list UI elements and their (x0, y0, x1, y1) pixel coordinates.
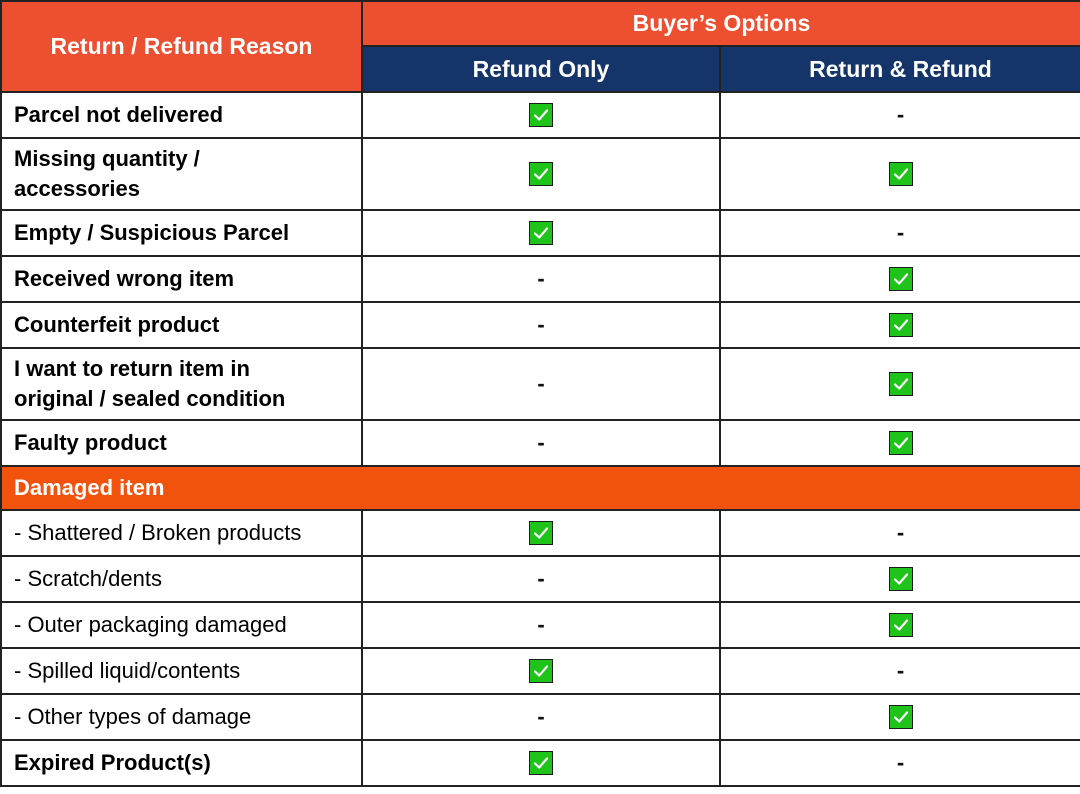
table-row: Received wrong item - (0, 255, 1080, 303)
refund-only-cell (361, 137, 721, 211)
not-available-dash: - (537, 430, 545, 455)
refund-only-cell: - (361, 555, 721, 603)
table-row: Faulty product - (0, 419, 1080, 467)
checkbox-checked-icon (888, 372, 913, 396)
checkbox-checked-icon (529, 659, 553, 683)
return-refund-cell: - (719, 739, 1080, 787)
table-row: - Scratch/dents - (0, 555, 1080, 603)
reason-cell: Empty / Suspicious Parcel (0, 209, 363, 257)
table-row: I want to return item in original / seal… (0, 347, 1080, 421)
not-available-dash: - (537, 566, 545, 591)
refund-only-cell (361, 509, 721, 557)
refund-only-cell (361, 91, 721, 139)
not-available-dash: - (896, 520, 905, 545)
refund-only-cell: - (361, 419, 721, 467)
table-row: - Other types of damage - (0, 693, 1080, 741)
reason-cell: - Scratch/dents (0, 555, 363, 603)
table-body: Parcel not delivered - Missing quantity / … (0, 91, 1080, 787)
refund-only-cell (361, 647, 721, 695)
table-row: Parcel not delivered - (0, 91, 1080, 139)
reason-cell: Parcel not delivered (0, 91, 363, 139)
section-row: Damaged item (0, 465, 1080, 511)
refund-only-cell: - (361, 693, 721, 741)
not-available-dash: - (896, 750, 905, 775)
checkbox-checked-icon (888, 267, 913, 291)
table-row: - Outer packaging damaged - (0, 601, 1080, 649)
checkbox-checked-icon (529, 751, 553, 775)
refund-only-cell (361, 739, 721, 787)
reason-cell: Expired Product(s) (0, 739, 363, 787)
return-refund-cell (719, 601, 1080, 649)
section-header-damaged-item: Damaged item (0, 465, 1080, 511)
reason-cell: - Spilled liquid/contents (0, 647, 363, 695)
not-available-dash: - (537, 704, 545, 729)
return-refund-cell: - (719, 209, 1080, 257)
reason-cell: Faulty product (0, 419, 363, 467)
return-refund-cell (719, 693, 1080, 741)
not-available-dash: - (537, 371, 545, 396)
table-row: Missing quantity / accessories (0, 137, 1080, 211)
checkbox-checked-icon (888, 613, 913, 637)
reason-cell: Missing quantity / accessories (0, 137, 363, 211)
refund-only-cell: - (361, 301, 721, 349)
checkbox-checked-icon (888, 162, 913, 186)
return-refund-cell (719, 555, 1080, 603)
reason-cell: - Outer packaging damaged (0, 601, 363, 649)
refund-only-cell: - (361, 347, 721, 421)
not-available-dash: - (537, 266, 545, 291)
reason-cell: - Other types of damage (0, 693, 363, 741)
return-refund-cell (719, 347, 1080, 421)
return-refund-options-table: Return / Refund Reason Buyer’s Options R… (0, 0, 1080, 787)
checkbox-checked-icon (888, 431, 913, 455)
return-refund-cell (719, 137, 1080, 211)
table-row: Expired Product(s) - (0, 739, 1080, 787)
checkbox-checked-icon (888, 567, 913, 591)
return-refund-cell: - (719, 509, 1080, 557)
refund-only-cell: - (361, 601, 721, 649)
checkbox-checked-icon (529, 162, 553, 186)
table-row: - Spilled liquid/contents - (0, 647, 1080, 695)
checkbox-checked-icon (529, 521, 553, 545)
not-available-dash: - (896, 102, 905, 127)
return-refund-cell: - (719, 91, 1080, 139)
reason-cell: - Shattered / Broken products (0, 509, 363, 557)
table-row: Empty / Suspicious Parcel - (0, 209, 1080, 257)
return-refund-cell (719, 301, 1080, 349)
checkbox-checked-icon (888, 705, 913, 729)
return-refund-cell (719, 255, 1080, 303)
not-available-dash: - (896, 658, 905, 683)
reason-column-header: Return / Refund Reason (0, 0, 363, 93)
checkbox-checked-icon (888, 313, 913, 337)
buyers-options-header: Buyer’s Options (361, 0, 1080, 47)
reason-cell: Counterfeit product (0, 301, 363, 349)
reason-cell: I want to return item in original / seal… (0, 347, 363, 421)
return-refund-cell (719, 419, 1080, 467)
table-row: Counterfeit product - (0, 301, 1080, 349)
refund-only-cell: - (361, 255, 721, 303)
reason-cell: Received wrong item (0, 255, 363, 303)
table-row: - Shattered / Broken products - (0, 509, 1080, 557)
refund-only-cell (361, 209, 721, 257)
return-refund-cell: - (719, 647, 1080, 695)
checkbox-checked-icon (529, 103, 553, 127)
not-available-dash: - (537, 612, 545, 637)
not-available-dash: - (537, 312, 545, 337)
refund-only-column-header: Refund Only (361, 45, 721, 93)
checkbox-checked-icon (529, 221, 553, 245)
return-refund-column-header: Return & Refund (719, 45, 1080, 93)
not-available-dash: - (896, 220, 905, 245)
